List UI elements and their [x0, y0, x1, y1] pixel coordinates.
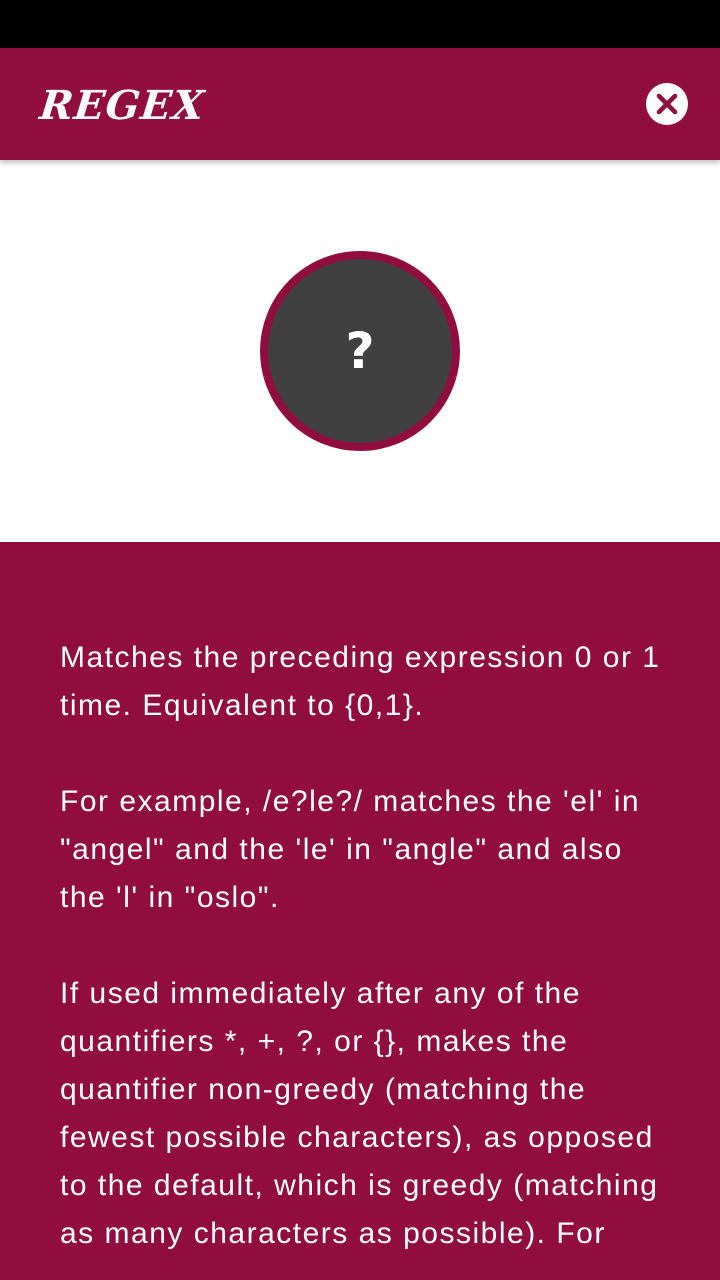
- symbol-circle: ?: [260, 251, 460, 451]
- close-circle-icon: [656, 93, 678, 115]
- description-paragraph: Matches the preceding expression 0 or 1 …: [60, 641, 661, 722]
- status-bar: [0, 0, 720, 48]
- app-bar: REGEX: [0, 48, 720, 160]
- description-paragraph: If used immediately after any of the qua…: [60, 977, 659, 1250]
- description-paragraph: For example, /e?le?/ matches the 'el' in…: [60, 785, 641, 914]
- description-panel[interactable]: Matches the preceding expression 0 or 1 …: [0, 542, 720, 1280]
- app-title: REGEX: [37, 82, 207, 129]
- symbol-hero: ?: [0, 160, 720, 542]
- description-text: Matches the preceding expression 0 or 1 …: [60, 634, 670, 1280]
- close-button[interactable]: [646, 83, 688, 125]
- regex-symbol: ?: [345, 322, 375, 380]
